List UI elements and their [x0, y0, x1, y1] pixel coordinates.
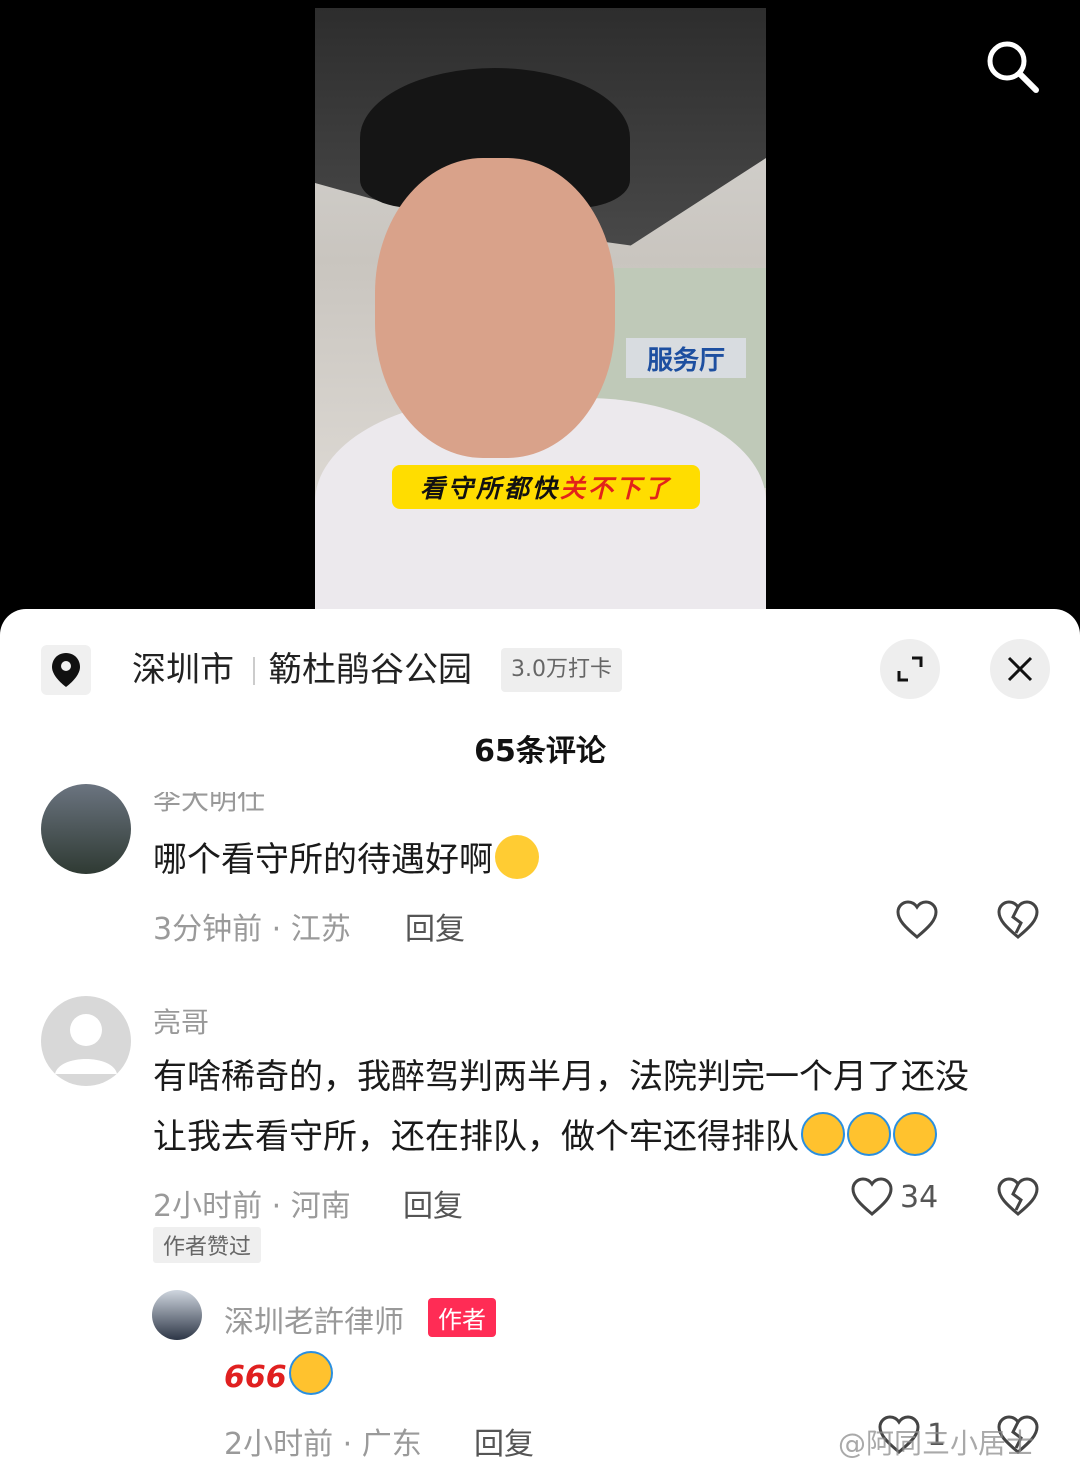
close-icon[interactable]	[990, 639, 1050, 699]
expand-icon[interactable]	[880, 639, 940, 699]
laughing-crying-emoji-icon	[893, 1112, 937, 1156]
location-place: 簕杜鹃谷公园	[268, 650, 472, 690]
watermark: @阿同三小居士	[838, 1427, 1035, 1460]
building-sign: 服务厅	[626, 338, 746, 378]
like-button[interactable]	[895, 899, 939, 941]
checkin-count: 3.0万打卡	[501, 648, 622, 692]
comment-author[interactable]: 亮哥	[153, 1001, 209, 1041]
comment-time-region: 3分钟前 · 江苏	[153, 912, 351, 947]
comment-text-line-2: 让我去看守所，还在排队，做个牢还得排队	[153, 1107, 937, 1167]
heart-icon	[896, 900, 938, 939]
reply-button[interactable]: 回复	[474, 1419, 534, 1463]
avatar[interactable]	[41, 784, 131, 874]
caption-part-2: 关不下了	[560, 474, 673, 503]
laughing-crying-emoji-icon	[801, 1112, 845, 1156]
comment-count-title: 65条评论	[474, 734, 606, 769]
reply-button[interactable]: 回复	[405, 904, 465, 948]
reply-text: 666	[224, 1346, 333, 1408]
video-caption: 看守所都快 关不下了	[392, 465, 700, 509]
worried-emoji-icon	[495, 835, 539, 879]
like-button[interactable]: 34	[850, 1176, 938, 1218]
reply-text-666: 666	[224, 1359, 287, 1395]
like-count: 34	[900, 1179, 939, 1215]
author-badge: 作者	[428, 1298, 496, 1337]
author-liked-badge: 作者赞过	[153, 1227, 262, 1263]
video-frame[interactable]: 服务厅	[315, 8, 766, 640]
divider	[253, 657, 255, 685]
location-pin-icon	[41, 645, 91, 695]
comment-text-content: 让我去看守所，还在排队，做个牢还得排队	[153, 1117, 799, 1157]
reply-author[interactable]: 深圳老許律师	[224, 1297, 404, 1341]
reply-button[interactable]: 回复	[403, 1181, 463, 1225]
comment-time-region: 2小时前 · 河南	[153, 1189, 351, 1224]
comment-author[interactable]: 李大明仕	[153, 792, 265, 816]
broken-heart-icon[interactable]	[996, 899, 1040, 945]
search-icon[interactable]	[982, 36, 1042, 96]
avatar[interactable]	[152, 1290, 202, 1340]
comment-text-content: 哪个看守所的待遇好啊	[153, 840, 493, 880]
location-city: 深圳市	[132, 650, 234, 690]
person-face	[375, 158, 615, 458]
heart-icon	[851, 1177, 893, 1216]
location-bar[interactable]: 深圳市 簕杜鹃谷公园 3.0万打卡	[0, 609, 1080, 729]
laughing-crying-emoji-icon	[288, 1351, 333, 1395]
caption-part-1: 看守所都快	[419, 474, 560, 503]
comment-text: 哪个看守所的待遇好啊	[153, 830, 539, 890]
video-player[interactable]: 服务厅 看守所都快 关不下了	[0, 0, 1080, 640]
reply-time-region: 2小时前 · 广东	[224, 1427, 422, 1462]
avatar[interactable]	[41, 996, 131, 1086]
comment-sheet: 深圳市 簕杜鹃谷公园 3.0万打卡 65条评论 李大明仕 哪个看守所的待遇好啊 …	[0, 609, 1080, 1469]
comment-text-line-1: 有啥稀奇的，我醉驾判两半月，法院判完一个月了还没	[153, 1057, 969, 1097]
broken-heart-icon[interactable]	[996, 1176, 1040, 1222]
laughing-crying-emoji-icon	[847, 1112, 891, 1156]
